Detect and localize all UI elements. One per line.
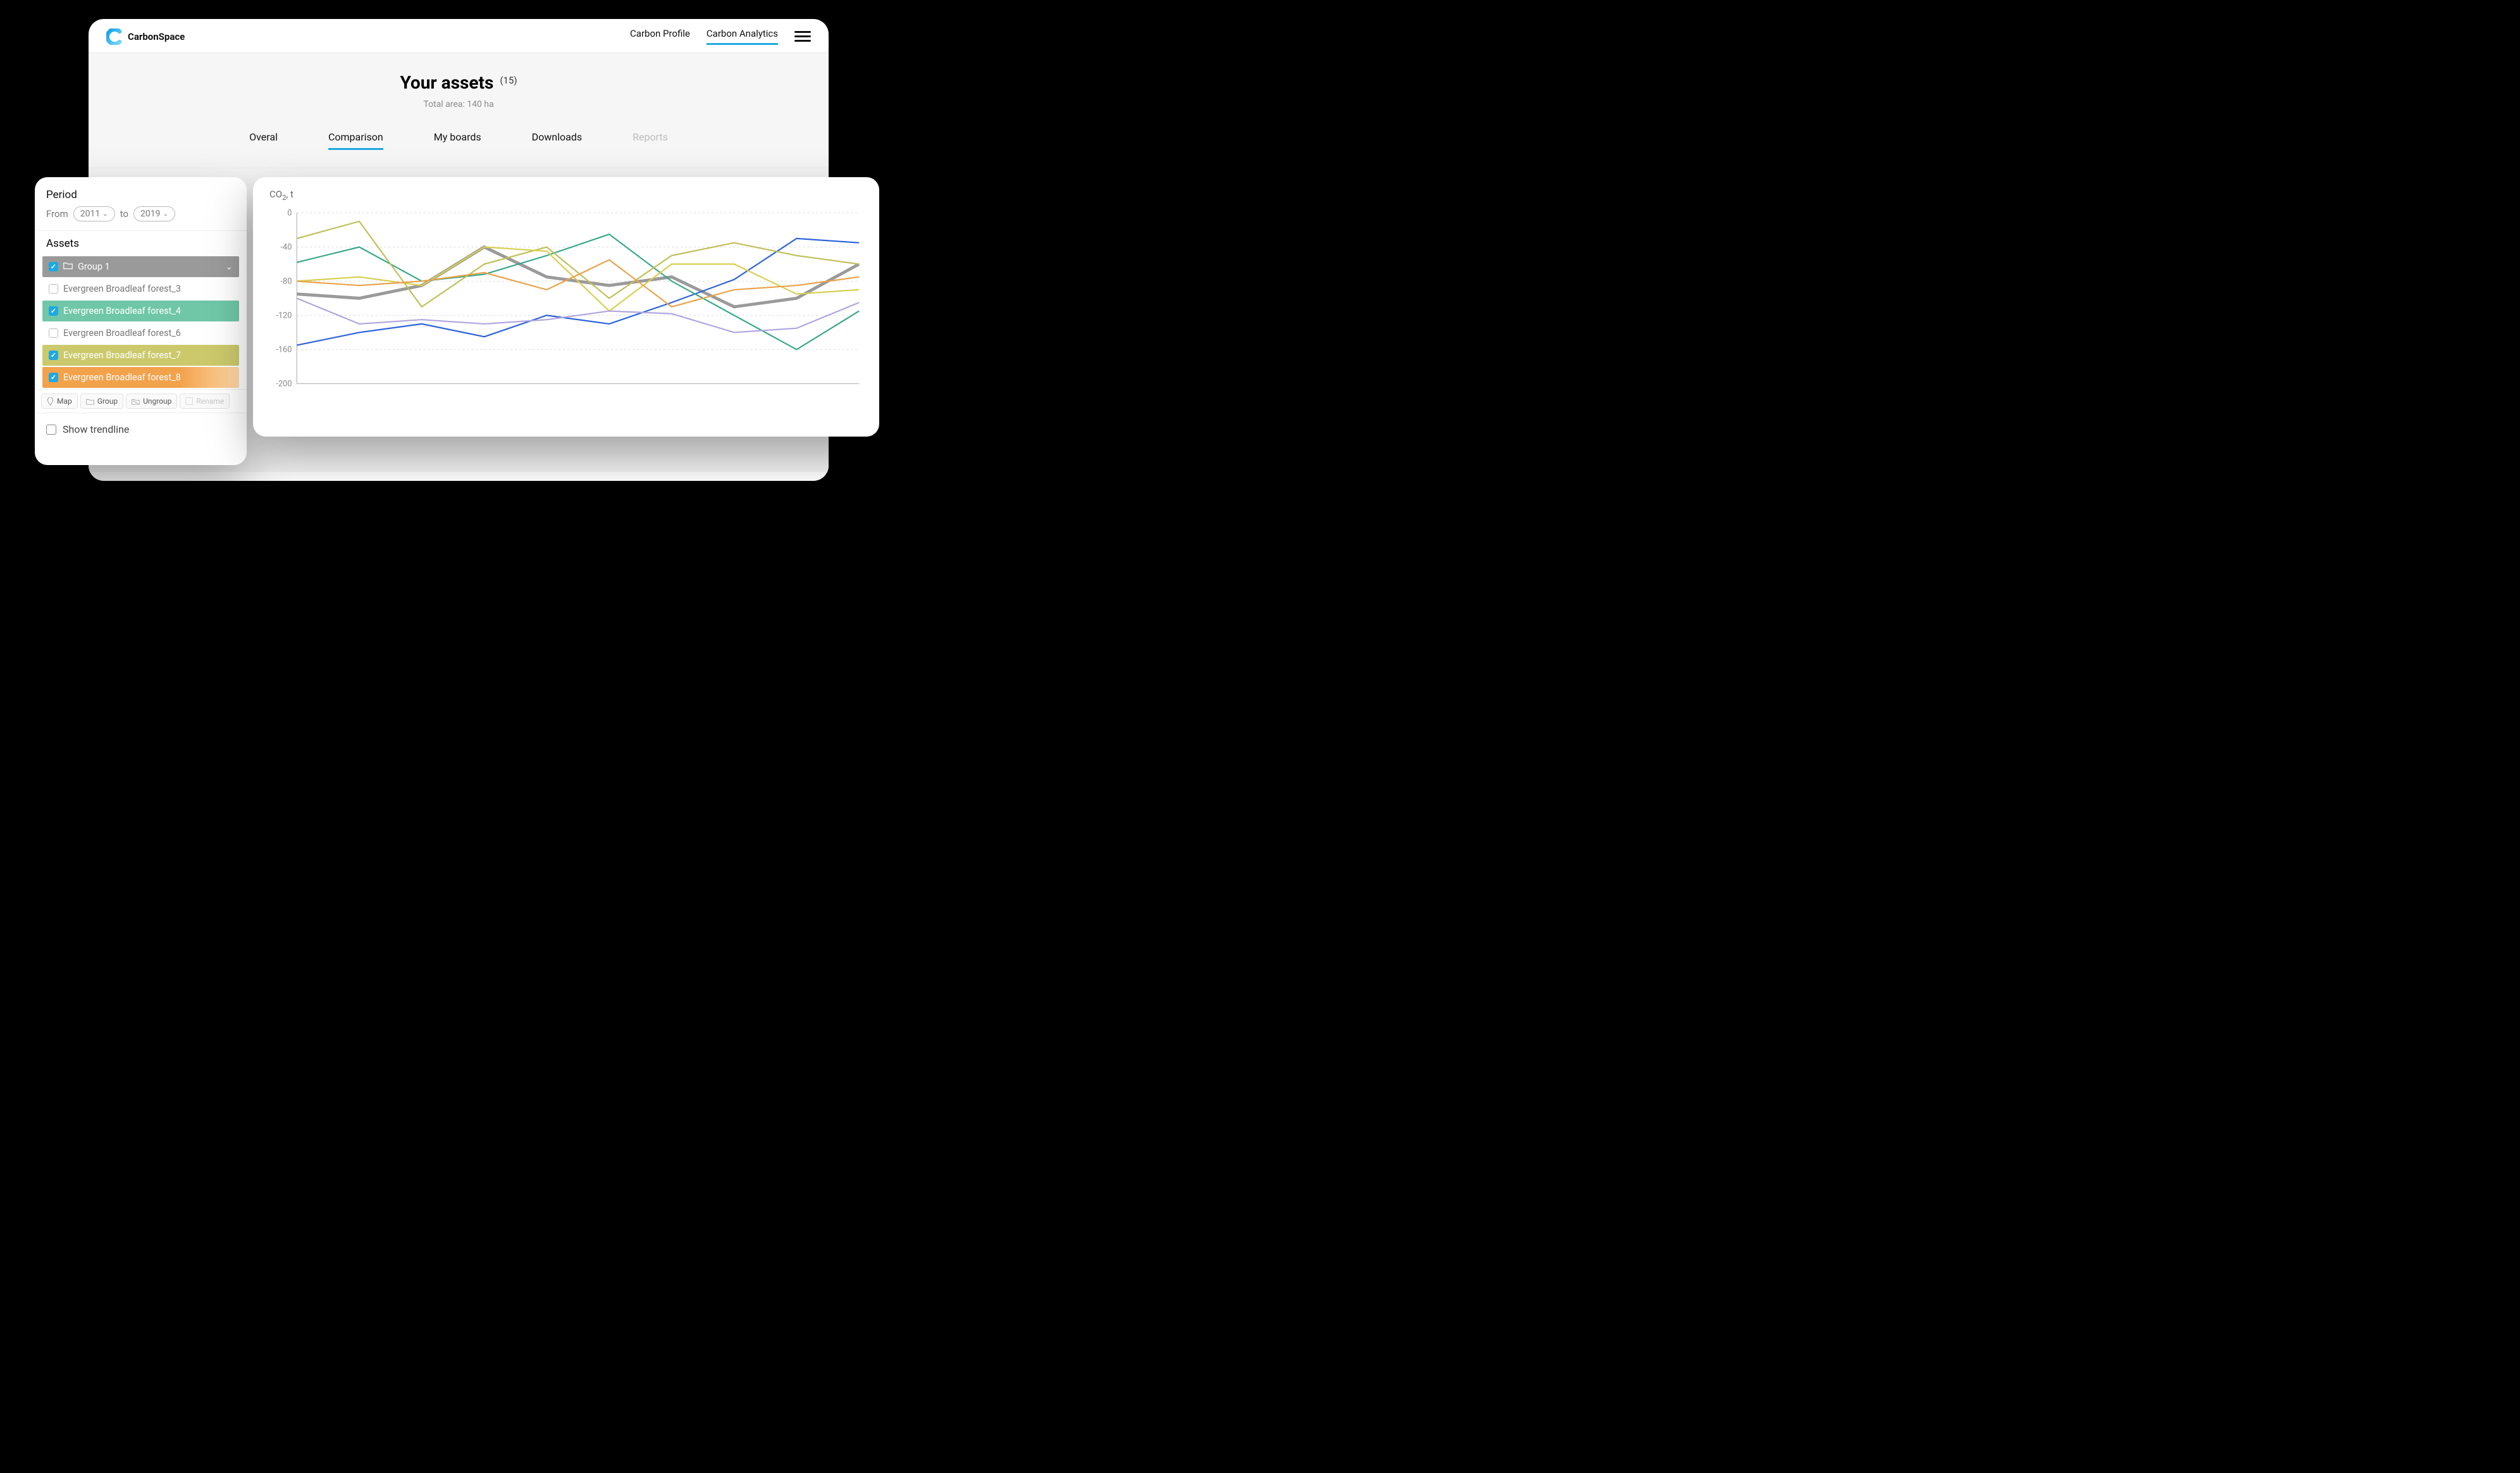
- asset-toolbar: Map Group Ungroup Rename: [35, 389, 247, 413]
- tab-downloads[interactable]: Downloads: [532, 131, 582, 150]
- app-header: CarbonSpace Carbon Profile Carbon Analyt…: [89, 19, 829, 53]
- total-area: Total area: 140 ha: [89, 99, 829, 109]
- checkbox-icon[interactable]: [46, 425, 56, 435]
- asset-count: (15): [500, 75, 517, 86]
- chevron-down-icon[interactable]: ⌄: [225, 262, 233, 272]
- nav-carbon-profile[interactable]: Carbon Profile: [630, 28, 690, 45]
- tab-my-boards[interactable]: My boards: [434, 131, 481, 150]
- brand-logo[interactable]: CarbonSpace: [106, 28, 185, 45]
- asset-list: Group 1 ⌄ Evergreen Broadleaf forest_3 E…: [42, 256, 239, 388]
- chart-y-label: CO2, t: [269, 189, 865, 202]
- checkbox-icon[interactable]: [49, 328, 58, 338]
- group-name: Group 1: [78, 261, 110, 272]
- chevron-down-icon: ⌄: [102, 211, 108, 218]
- tab-reports: Reports: [633, 131, 668, 150]
- checkbox-icon[interactable]: [49, 351, 58, 360]
- checkbox-icon[interactable]: [49, 284, 58, 294]
- svg-text:-200: -200: [276, 379, 292, 388]
- page-title: Your assets: [400, 72, 493, 93]
- menu-icon[interactable]: [794, 28, 811, 44]
- svg-text:-160: -160: [276, 345, 292, 354]
- svg-text:-80: -80: [280, 277, 292, 286]
- filter-panel: Period From 2011 ⌄ to 2019 ⌄ Assets Grou…: [35, 177, 247, 465]
- asset-row[interactable]: Evergreen Broadleaf forest_7: [42, 345, 239, 366]
- asset-row[interactable]: Evergreen Broadleaf forest_3: [42, 278, 239, 299]
- folder-icon: [63, 261, 73, 272]
- checkbox-icon[interactable]: [49, 306, 58, 316]
- period-controls: From 2011 ⌄ to 2019 ⌄: [35, 206, 247, 230]
- checkbox-icon[interactable]: [49, 262, 58, 271]
- asset-row[interactable]: Evergreen Broadleaf forest_6: [42, 323, 239, 344]
- assets-label: Assets: [35, 237, 247, 256]
- period-from-select[interactable]: 2011 ⌄: [73, 206, 115, 221]
- chevron-down-icon: ⌄: [163, 211, 168, 218]
- brand-name: CarbonSpace: [128, 31, 185, 42]
- group-button[interactable]: Group: [80, 394, 123, 409]
- map-button[interactable]: Map: [41, 394, 78, 409]
- rename-icon: [185, 397, 193, 405]
- asset-group-row[interactable]: Group 1 ⌄: [42, 256, 239, 277]
- asset-row[interactable]: Evergreen Broadleaf forest_4: [42, 301, 239, 321]
- page-header: Your assets (15) Total area: 140 ha Over…: [89, 53, 829, 168]
- period-from-label: From: [46, 208, 68, 220]
- brand-mark-icon: [106, 28, 123, 45]
- period-to-select[interactable]: 2019 ⌄: [133, 206, 175, 221]
- checkbox-icon[interactable]: [49, 373, 58, 382]
- asset-row[interactable]: Evergreen Broadleaf forest_8: [42, 367, 239, 388]
- chart-card: CO2, t 0-40-80-120-160-20020112012201320…: [253, 177, 879, 437]
- nav-carbon-analytics[interactable]: Carbon Analytics: [707, 28, 778, 45]
- rename-button: Rename: [180, 394, 230, 409]
- period-label: Period: [35, 189, 247, 206]
- top-nav: Carbon Profile Carbon Analytics: [630, 28, 811, 45]
- svg-text:0: 0: [287, 208, 292, 218]
- period-to-label: to: [120, 208, 128, 220]
- trendline-toggle[interactable]: Show trendline: [35, 413, 247, 445]
- svg-text:-40: -40: [280, 242, 292, 252]
- folder-icon: [86, 398, 94, 405]
- pin-icon: [47, 397, 54, 406]
- ungroup-button[interactable]: Ungroup: [126, 394, 177, 409]
- unfolder-icon: [132, 398, 140, 405]
- line-chart: 0-40-80-120-160-200201120122013201420152…: [267, 204, 865, 426]
- section-tabs: Overal Comparison My boards Downloads Re…: [89, 131, 829, 150]
- tab-overal[interactable]: Overal: [249, 131, 278, 150]
- tab-comparison[interactable]: Comparison: [328, 131, 383, 150]
- svg-text:-120: -120: [276, 311, 292, 320]
